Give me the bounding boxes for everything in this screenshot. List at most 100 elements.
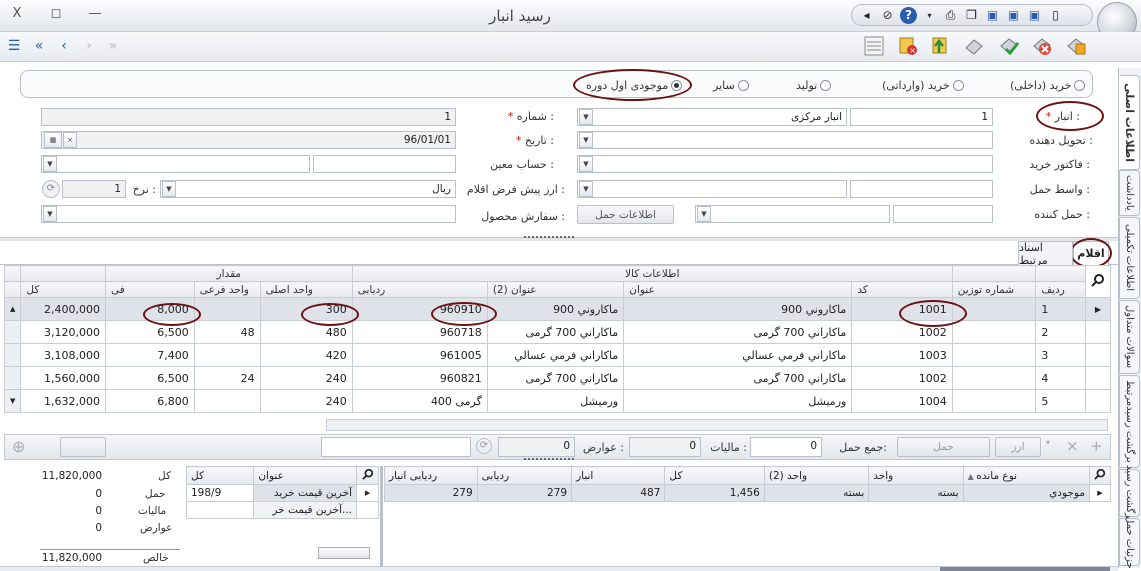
shipping-total-field[interactable]: 0: [750, 437, 822, 457]
refresh-icon[interactable]: ⟳: [476, 438, 492, 454]
cell-row[interactable]: 1: [1035, 297, 1086, 321]
new-document-icon[interactable]: ▯: [1047, 7, 1064, 24]
header-title[interactable]: عنوان: [253, 466, 358, 485]
search-icon[interactable]: [1084, 265, 1112, 298]
minimize-icon[interactable]: —: [86, 6, 104, 22]
header-tracking[interactable]: ردیابی: [351, 281, 488, 298]
table-row[interactable]: 198/9 آخرين قيمت خريد ▶: [185, 484, 379, 502]
clear-icon[interactable]: ×: [63, 132, 77, 148]
save-all-icon[interactable]: ▣: [984, 7, 1001, 24]
cell-tracking[interactable]: 960821: [351, 366, 488, 390]
cell-sub-unit[interactable]: [193, 389, 261, 413]
carrier-name-field[interactable]: [577, 180, 847, 198]
cell-title2[interactable]: ماكاراني 700 گرمی: [486, 366, 625, 390]
scrollbar-track[interactable]: [3, 366, 22, 390]
chevron-down-icon[interactable]: ▼: [43, 206, 57, 222]
radio-other[interactable]: سایر: [713, 78, 749, 92]
warehouse-code-field[interactable]: 1: [850, 108, 993, 126]
chevron-down-icon[interactable]: ▼: [579, 109, 593, 125]
cell-sub-unit[interactable]: 24: [193, 366, 261, 390]
radio-import-purchase[interactable]: خرید (وارداتی): [882, 78, 964, 92]
header-title[interactable]: عنوان: [623, 281, 853, 298]
cell-total[interactable]: 3,120,000: [20, 320, 106, 344]
table-row[interactable]: 3,108,000 7,400 420 961005 ماكاراني فرمي…: [3, 343, 1112, 367]
shipping-info-button[interactable]: اطلاعات حمل: [577, 205, 674, 224]
warehouse-name-field[interactable]: انبار مرکزی: [577, 108, 847, 126]
confirm-icon[interactable]: [997, 35, 1021, 57]
cell-balance-type[interactable]: موجودي: [962, 484, 1090, 502]
print-icon[interactable]: ⎙: [942, 7, 959, 24]
eraser-icon[interactable]: [962, 35, 986, 57]
chevron-down-icon[interactable]: ▼: [579, 156, 593, 172]
cell-row[interactable]: 2: [1035, 320, 1086, 344]
cell-sub-unit[interactable]: 48: [193, 320, 261, 344]
dropdown-arrow-icon[interactable]: ▾: [921, 7, 938, 24]
invoice-field[interactable]: [577, 155, 993, 173]
scrollbar-track[interactable]: [3, 320, 22, 344]
header-sub-unit[interactable]: واحد فرعی: [193, 281, 261, 298]
cell-weigh-no[interactable]: [951, 320, 1037, 344]
cell-code[interactable]: 1003: [851, 343, 953, 367]
close-icon[interactable]: X: [8, 6, 26, 22]
chevron-down-icon[interactable]: ▼: [43, 156, 57, 172]
save-as-icon[interactable]: ▣: [1005, 7, 1022, 24]
cell-warehouse[interactable]: 487: [571, 484, 666, 502]
radio-production[interactable]: تولید: [796, 78, 832, 92]
radio-domestic-purchase[interactable]: خرید (داخلی): [1010, 78, 1086, 92]
vtab-return[interactable]: برگشت رسید: [1119, 465, 1140, 521]
table-row[interactable]: 1,560,000 6,500 24 240 960821 ماكاراني 7…: [3, 366, 1112, 390]
cell-main-unit[interactable]: 240: [259, 389, 353, 413]
previous-record-button[interactable]: ‹: [55, 38, 73, 54]
cell-title2[interactable]: ماكاروني 900: [486, 297, 625, 321]
restore-icon[interactable]: ◻: [47, 6, 65, 22]
header-code[interactable]: کد: [851, 281, 953, 298]
vtab-notes[interactable]: یادداشت: [1119, 170, 1140, 216]
cell-tracking[interactable]: 400 گرمی: [351, 389, 488, 413]
zoom-icon[interactable]: ⊕: [12, 437, 42, 457]
add-row-icon[interactable]: +: [1090, 437, 1106, 455]
cell-price[interactable]: 7,400: [104, 343, 195, 367]
header-title2[interactable]: عنوان (2): [486, 281, 625, 298]
splitter-grip[interactable]: [524, 236, 574, 240]
date-field[interactable]: 96/01/01: [41, 131, 456, 149]
next-record-button[interactable]: ›: [80, 38, 98, 54]
cell-row[interactable]: 4: [1035, 366, 1086, 390]
header-total[interactable]: کل: [664, 466, 765, 485]
horizontal-scrollbar[interactable]: [318, 547, 370, 559]
duties-field[interactable]: 0: [498, 437, 575, 457]
help-icon[interactable]: ?: [900, 6, 917, 24]
cell-row[interactable]: 3: [1035, 343, 1086, 367]
cell-total[interactable]: [185, 501, 255, 519]
vtab-shipping-details[interactable]: جزئیات حمل: [1119, 516, 1140, 568]
tax-field[interactable]: 0: [629, 437, 701, 457]
cell-tracking[interactable]: 279: [476, 484, 573, 502]
chevron-left-icon[interactable]: ◂: [858, 7, 875, 24]
calculator-icon[interactable]: [862, 35, 886, 57]
table-row[interactable]: 279 279 487 1,456 بسته بسته موجودي ▶: [384, 484, 1112, 502]
header-tracking[interactable]: ردیابی: [476, 466, 573, 485]
header-price[interactable]: فی: [104, 281, 195, 298]
cell-main-unit[interactable]: 420: [259, 343, 353, 367]
cell-weigh-no[interactable]: [951, 343, 1037, 367]
blank-button[interactable]: [60, 437, 106, 457]
menu-icon[interactable]: ☰: [5, 38, 23, 54]
compass-icon[interactable]: ⊘: [879, 7, 896, 24]
cell-title2[interactable]: ماكاراني فرمي عسالي: [486, 343, 625, 367]
copy-icon[interactable]: ❐: [963, 7, 980, 24]
search-icon[interactable]: [356, 466, 379, 485]
cell-unit[interactable]: بسته: [868, 484, 964, 502]
header-row[interactable]: ردیف: [1035, 281, 1086, 298]
header-unit2[interactable]: واحد (2): [763, 466, 870, 485]
last-record-button[interactable]: »: [104, 38, 122, 54]
cell-total[interactable]: 1,632,000: [20, 389, 106, 413]
save-icon[interactable]: ▣: [1026, 7, 1043, 24]
currency-field[interactable]: ریال: [160, 180, 456, 198]
rate-field[interactable]: 1: [62, 180, 126, 198]
cell-total[interactable]: 3,108,000: [20, 343, 106, 367]
chevron-down-icon[interactable]: ▼: [162, 181, 176, 197]
shipping-button[interactable]: حمل: [897, 437, 990, 457]
cell-row[interactable]: 5: [1035, 389, 1086, 413]
cell-title[interactable]: ورميشل: [623, 389, 853, 413]
header-main-unit[interactable]: واحد اصلی: [259, 281, 353, 298]
calendar-icon[interactable]: ▦: [44, 132, 62, 148]
